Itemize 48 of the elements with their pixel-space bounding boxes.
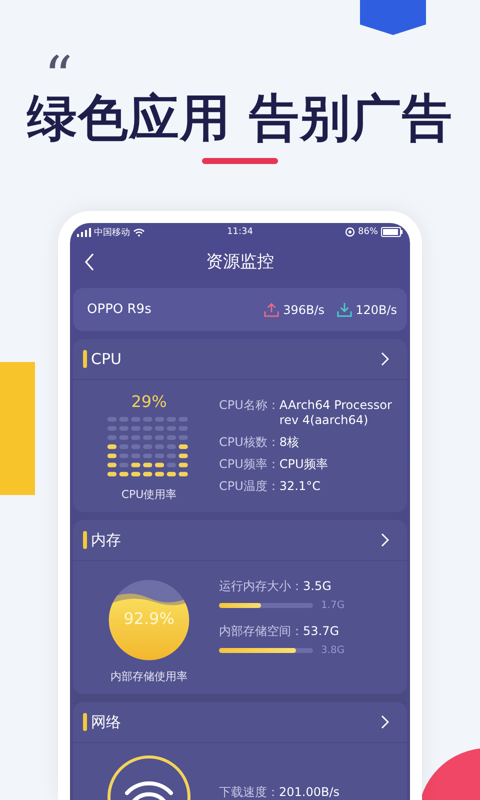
spec-label: CPU温度： [219, 479, 280, 494]
memory-section-header[interactable]: 内存 [73, 520, 407, 561]
download-icon [336, 302, 352, 317]
section-title: 内存 [91, 530, 122, 550]
cpu-section-header[interactable]: CPU [73, 339, 407, 380]
network-label: 下载速度： [219, 785, 279, 800]
memory-label: 内部存储空间： [219, 624, 303, 639]
upload-icon [264, 302, 280, 317]
chevron-right-icon [381, 352, 389, 366]
section-marker [83, 350, 87, 368]
spec-label: CPU频率： [219, 457, 280, 472]
quote-mark: “ [44, 50, 73, 84]
pentagon-decoration [360, 0, 426, 35]
memory-bar-reading: 1.7G [321, 600, 345, 611]
section-title: 网络 [91, 712, 122, 732]
device-name: OPPO R9s [87, 302, 152, 317]
back-icon [85, 253, 95, 271]
cpu-usage-percent: 29% [131, 392, 167, 411]
download-speed: 120B/s [356, 302, 397, 316]
memory-value: 3.5G [303, 579, 332, 594]
screen-title: 资源监控 [206, 250, 274, 272]
memory-bar-reading: 3.8G [321, 645, 345, 656]
signal-icon [77, 228, 91, 236]
section-title: CPU [91, 350, 122, 368]
storage-usage-caption: 内部存储使用率 [110, 669, 188, 684]
spec-value: AArch64 Processor rev 4(aarch64) [279, 398, 393, 428]
section-marker [83, 713, 87, 731]
spec-value: 32.1°C [279, 479, 321, 494]
memory-label: 运行内存大小： [219, 579, 303, 594]
storage-usage-percent: 92.9% [122, 609, 176, 628]
wifi-icon [133, 228, 145, 236]
status-time: 11:34 [227, 227, 253, 237]
chevron-right-icon [381, 533, 389, 547]
upload-speed: 396B/s [283, 302, 325, 316]
spec-label: CPU核数： [219, 435, 280, 450]
network-section-header[interactable]: 网络 [73, 702, 407, 743]
carrier-name: 中国移动 [94, 226, 130, 238]
battery-percent: 86% [358, 227, 378, 237]
cpu-usage-caption: CPU使用率 [121, 487, 177, 502]
spec-label: CPU名称： [219, 398, 280, 414]
spec-value: CPU频率 [279, 457, 328, 472]
battery-icon [381, 227, 403, 237]
network-value: 201.00B/s [279, 785, 340, 800]
chevron-right-icon [381, 715, 389, 729]
section-marker [83, 531, 87, 549]
spec-value: 8核 [279, 435, 300, 450]
memory-value: 53.7G [303, 624, 340, 639]
headline: 绿色应用 告别广告 [26, 88, 454, 148]
